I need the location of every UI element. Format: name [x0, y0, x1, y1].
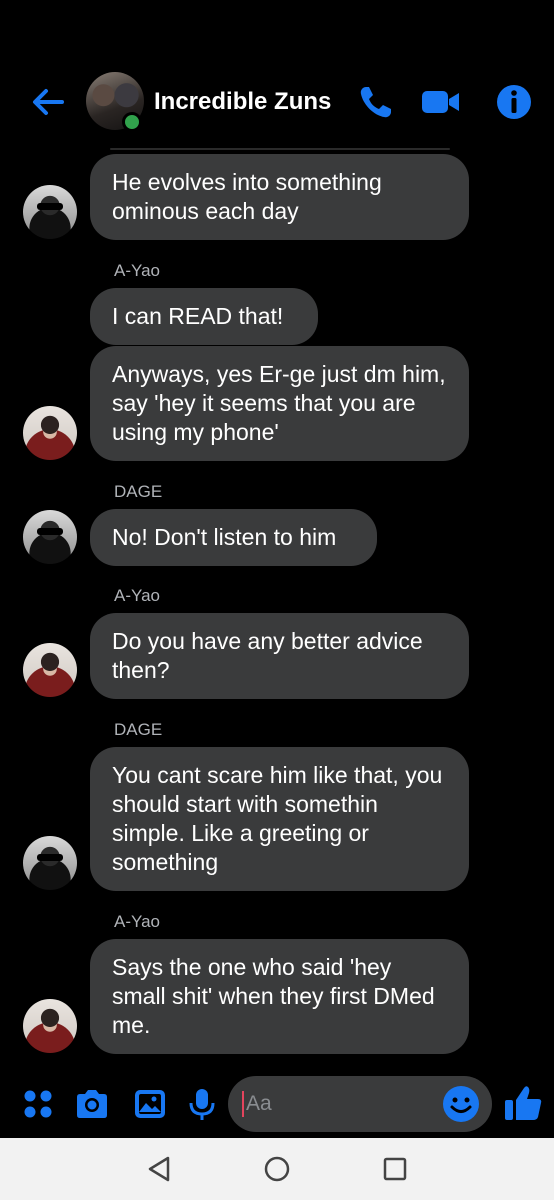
avatar[interactable] — [23, 999, 77, 1053]
avatar[interactable] — [23, 643, 77, 697]
avatar[interactable] — [23, 836, 77, 890]
home-circle-icon[interactable] — [262, 1154, 292, 1184]
camera-icon[interactable] — [74, 1086, 110, 1122]
scroll-edge-divider — [110, 148, 450, 150]
text-caret — [242, 1091, 244, 1117]
info-icon[interactable] — [494, 82, 534, 122]
message-bubble[interactable]: I can READ that! — [90, 288, 318, 345]
sender-label: DAGE — [114, 482, 163, 501]
thumbs-up-icon[interactable] — [502, 1082, 544, 1124]
message-bubble[interactable]: You cant scare him like that, you should… — [90, 747, 469, 891]
message-bubble[interactable]: He evolves into something ominous each d… — [90, 154, 469, 240]
conversation-title[interactable]: Incredible Zuns — [154, 88, 331, 116]
gallery-icon[interactable] — [132, 1086, 168, 1122]
sender-label: A-Yao — [114, 261, 160, 280]
video-camera-icon[interactable] — [420, 82, 460, 122]
recents-square-icon[interactable] — [380, 1154, 410, 1184]
phone-icon[interactable] — [356, 82, 396, 122]
avatar[interactable] — [23, 185, 77, 239]
sender-label: A-Yao — [114, 912, 160, 931]
message-bubble[interactable]: Says the one who said 'hey small shit' w… — [90, 939, 469, 1054]
message-input-placeholder: Aa — [246, 1092, 272, 1115]
sender-label: DAGE — [114, 720, 163, 739]
arrow-left-icon[interactable] — [28, 82, 68, 122]
message-bubble[interactable]: Anyways, yes Er-ge just dm him, say 'hey… — [90, 346, 469, 461]
message-bubble[interactable]: No! Don't listen to him — [90, 509, 377, 566]
avatar[interactable] — [23, 406, 77, 460]
microphone-icon[interactable] — [184, 1086, 220, 1122]
back-triangle-icon[interactable] — [144, 1154, 174, 1184]
avatar[interactable] — [23, 510, 77, 564]
message-bubble[interactable]: Do you have any better advice then? — [90, 613, 469, 699]
emoji-icon[interactable] — [442, 1085, 480, 1123]
conversation-header — [0, 0, 554, 150]
apps-icon[interactable] — [20, 1086, 56, 1122]
online-status-dot — [122, 112, 142, 132]
sender-label: A-Yao — [114, 586, 160, 605]
